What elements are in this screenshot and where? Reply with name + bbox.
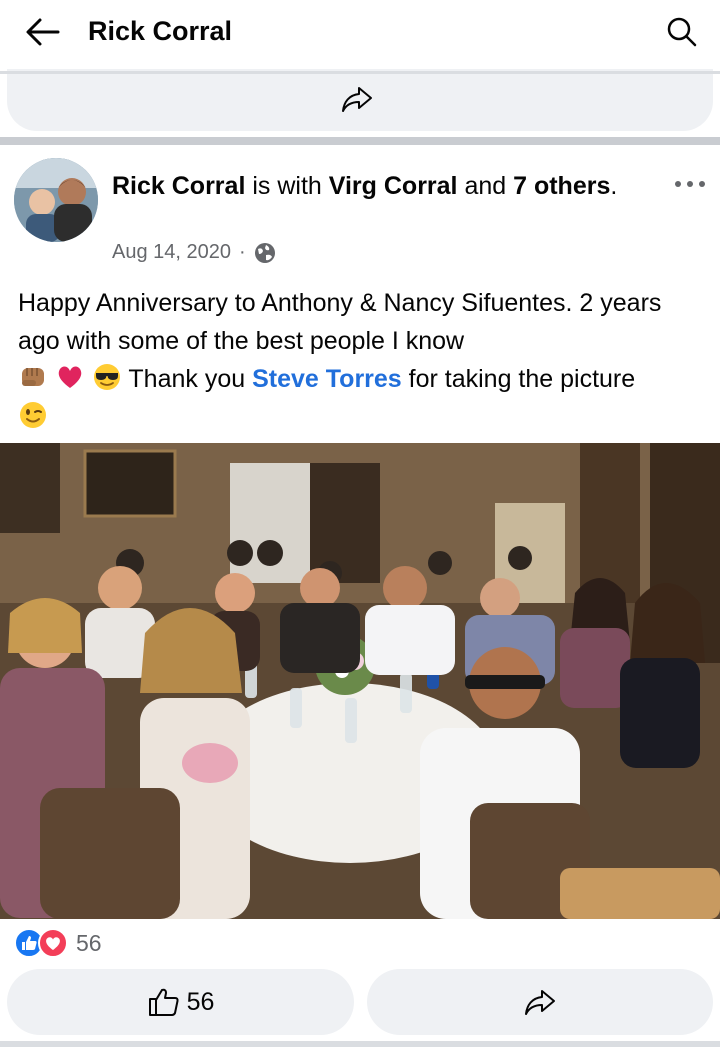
top-bar: Rick Corral [0, 0, 720, 72]
section-separator [0, 137, 720, 145]
is-with-text: is with [245, 172, 329, 200]
and-text: and [457, 172, 514, 200]
mention-link[interactable]: Steve Torres [252, 365, 402, 393]
love-reaction-icon [38, 928, 68, 958]
more-options-icon[interactable] [672, 172, 708, 196]
author-avatar[interactable] [14, 158, 98, 242]
share-icon [525, 990, 555, 1015]
thank-you-text: Thank you [128, 365, 253, 393]
like-button[interactable]: 56 [7, 969, 354, 1035]
bottom-divider [0, 1041, 720, 1047]
meta-dot: · [239, 241, 246, 263]
post-photo[interactable] [0, 443, 720, 919]
sunglasses-face-icon [93, 364, 120, 390]
page-title: Rick Corral [88, 16, 233, 46]
fist-icon [22, 368, 44, 386]
reaction-count: 56 [76, 929, 102, 956]
divider [0, 71, 720, 74]
arrow-left-icon[interactable] [22, 14, 62, 50]
post-header-text: Rick Corral is with Virg Corral and 7 ot… [112, 168, 632, 205]
post-text-main: Happy Anniversary to Anthony & Nancy Sif… [18, 289, 662, 355]
text-after-mention: for taking the picture [401, 365, 636, 393]
tagged-person-link[interactable]: Virg Corral [329, 172, 458, 200]
post-meta: Aug 14, 2020 · [112, 241, 276, 264]
others-link[interactable]: 7 others [513, 172, 610, 200]
search-icon[interactable] [664, 14, 700, 50]
thumbs-up-icon [148, 988, 179, 1016]
reactions-summary[interactable]: 56 [14, 928, 102, 958]
share-button[interactable] [367, 969, 713, 1035]
post-date[interactable]: Aug 14, 2020 [112, 241, 231, 264]
winking-face-icon [20, 402, 46, 428]
heart-icon [58, 366, 82, 388]
like-count: 56 [186, 987, 215, 1016]
share-icon[interactable] [340, 82, 374, 116]
globe-icon [254, 242, 275, 263]
author-name-link[interactable]: Rick Corral [112, 172, 245, 200]
post-body: Happy Anniversary to Anthony & Nancy Sif… [18, 284, 708, 436]
period: . [610, 172, 618, 200]
